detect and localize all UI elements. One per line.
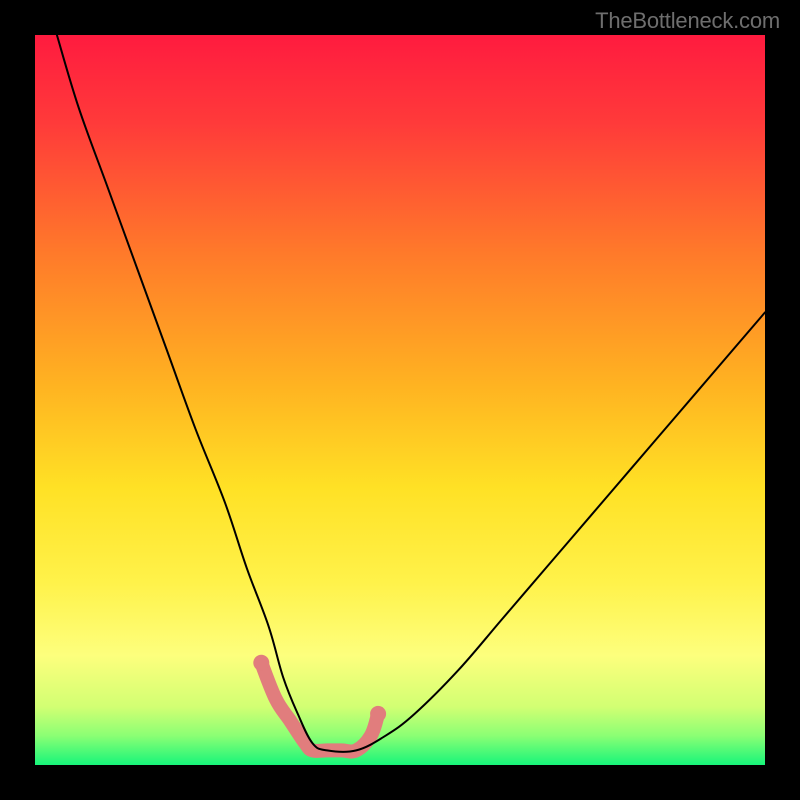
- chart-frame: TheBottleneck.com: [0, 0, 800, 800]
- plot-area: [35, 35, 765, 765]
- highlight-endpoint: [253, 655, 269, 671]
- chart-svg: [35, 35, 765, 765]
- gradient-background: [35, 35, 765, 765]
- highlight-endpoint: [370, 706, 386, 722]
- watermark-text: TheBottleneck.com: [595, 8, 780, 34]
